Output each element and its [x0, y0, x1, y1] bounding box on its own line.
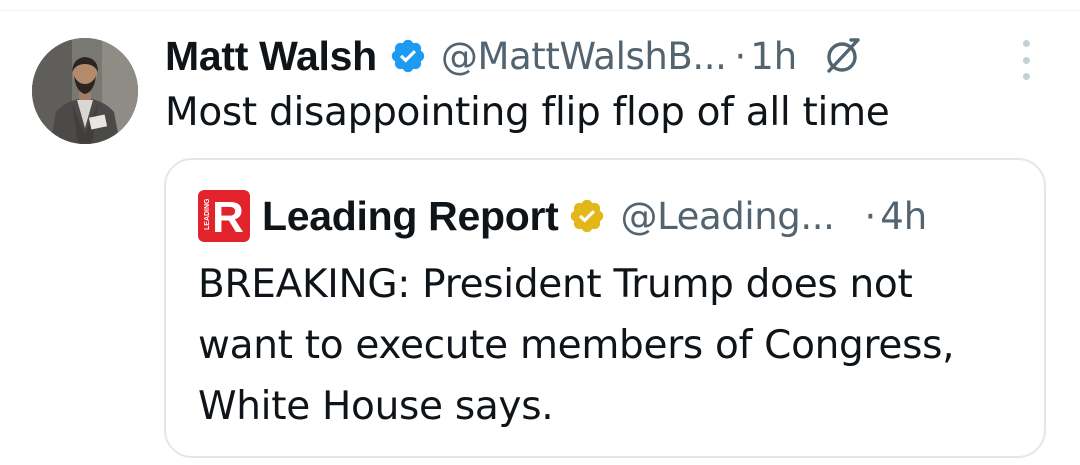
logo-letter: R — [212, 193, 244, 242]
more-vertical-icon — [1022, 40, 1030, 47]
author-handle[interactable]: @MattWalshB... — [441, 35, 727, 78]
quoted-tweet-timestamp[interactable]: 4h — [880, 195, 927, 238]
verified-badge-icon — [389, 37, 427, 75]
quoted-text-line: want to execute members of Congress, — [198, 323, 955, 368]
quoted-text-line: White House says. — [198, 384, 554, 429]
gold-verified-badge-icon — [568, 197, 606, 235]
quoted-author-handle[interactable]: @Leading... — [620, 195, 834, 238]
avatar[interactable] — [32, 38, 138, 144]
top-divider — [0, 10, 1080, 11]
tweet-text: Most disappointing flip flop of all time — [165, 90, 890, 135]
quoted-tweet-header: R LEADING Leading Report @Leading... · 4… — [198, 190, 927, 242]
grok-icon[interactable] — [819, 33, 865, 79]
more-options-button[interactable] — [1016, 40, 1036, 80]
quoted-author-display-name[interactable]: Leading Report — [262, 193, 559, 240]
quoted-separator-dot: · — [864, 194, 877, 238]
quoted-text-line: BREAKING: President Trump does not — [198, 262, 913, 307]
profile-photo-icon — [32, 38, 138, 144]
tweet-header: Matt Walsh @MattWalshB... · 1h — [165, 28, 865, 84]
logo-small-text: LEADING — [204, 198, 211, 230]
quoted-tweet-text: BREAKING: President Trump does not want … — [198, 254, 1028, 437]
author-display-name[interactable]: Matt Walsh — [165, 33, 377, 80]
leading-report-logo[interactable]: R LEADING — [198, 190, 250, 242]
tweet-timestamp[interactable]: 1h — [750, 35, 797, 78]
separator-dot: · — [734, 34, 747, 78]
quoted-tweet-card[interactable]: R LEADING Leading Report @Leading... · 4… — [164, 158, 1046, 458]
